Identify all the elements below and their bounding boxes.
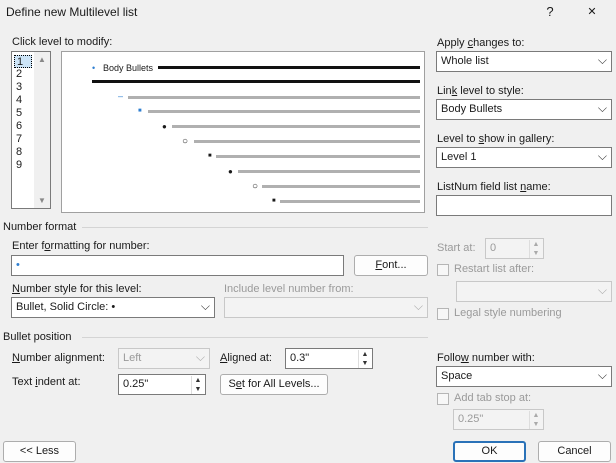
preview-line	[194, 140, 420, 143]
number-format-heading: Number format	[3, 221, 77, 233]
tab-stop-spinner[interactable]: 0.25" ▲ ▼	[453, 409, 544, 430]
spin-down-icon[interactable]: ▼	[529, 249, 542, 258]
help-button[interactable]: ?	[540, 2, 560, 22]
preview-marker-1: •	[92, 63, 96, 73]
preview-marker-9: ■	[272, 198, 276, 204]
text-indent-label: Text indent at:	[12, 376, 81, 388]
chevron-down-icon: ⌵	[200, 299, 210, 313]
preview-line	[280, 200, 420, 203]
chevron-down-icon: ⌵	[195, 350, 205, 364]
chevron-down-icon: ⌵	[597, 53, 607, 67]
cancel-button[interactable]: Cancel	[538, 441, 611, 462]
add-tab-stop-checkbox[interactable]	[437, 393, 449, 405]
preview-line	[216, 155, 420, 158]
set-all-levels-button[interactable]: Set for All Levels...	[220, 374, 328, 395]
restart-list-label: Restart list after:	[454, 263, 535, 275]
aligned-at-label: Aligned at:	[220, 352, 272, 364]
chevron-down-icon: ⌵	[597, 368, 607, 382]
level-item[interactable]: 6	[14, 120, 32, 133]
preview-marker-8: ○	[252, 181, 259, 192]
section-divider	[82, 337, 428, 338]
level-item[interactable]: 3	[14, 81, 32, 94]
section-divider	[82, 227, 428, 228]
legal-style-label: Legal style numbering	[454, 307, 562, 319]
preview-line	[92, 80, 420, 83]
add-tab-stop-label: Add tab stop at:	[454, 392, 532, 404]
preview-marker-6: ■	[208, 153, 212, 159]
scroll-up-icon[interactable]: ▲	[34, 55, 50, 64]
include-level-label: Include level number from:	[224, 283, 354, 295]
spin-up-icon[interactable]: ▲	[529, 240, 542, 249]
start-at-label: Start at:	[437, 242, 476, 254]
ok-button[interactable]: OK	[453, 441, 526, 462]
chevron-down-icon: ⌵	[597, 283, 607, 297]
level-item[interactable]: 7	[14, 133, 32, 146]
follow-number-dropdown[interactable]: Space ⌵	[436, 366, 612, 387]
level-list[interactable]: 123456789 ▲ ▼	[11, 51, 51, 209]
spin-down-icon[interactable]: ▼	[191, 385, 204, 394]
chevron-down-icon: ⌵	[413, 299, 423, 313]
close-button[interactable]: ✕	[580, 2, 604, 22]
spin-up-icon[interactable]: ▲	[358, 350, 371, 359]
include-level-dropdown[interactable]: ⌵	[224, 297, 428, 318]
number-format-input[interactable]: •	[11, 255, 344, 276]
enter-formatting-label: Enter formatting for number:	[12, 240, 150, 252]
gallery-level-dropdown[interactable]: Level 1 ⌵	[436, 147, 612, 168]
legal-style-checkbox[interactable]	[437, 308, 449, 320]
number-alignment-dropdown[interactable]: Left ⌵	[118, 348, 210, 369]
scroll-down-icon[interactable]: ▼	[34, 196, 50, 205]
preview-line	[262, 185, 420, 188]
number-alignment-label: Number alignment:	[12, 352, 105, 364]
bullet-position-heading: Bullet position	[3, 331, 72, 343]
listnum-label: ListNum field list name:	[437, 181, 551, 193]
preview-marker-2: –	[118, 91, 124, 101]
spin-up-icon[interactable]: ▲	[529, 411, 542, 420]
list-preview: • Body Bullets – ■ ● ○ ■ ● ○ ■	[61, 51, 425, 213]
number-style-label: Number style for this level:	[12, 283, 142, 295]
aligned-at-spinner[interactable]: 0.3" ▲ ▼	[285, 348, 373, 369]
preview-line	[158, 66, 420, 69]
listnum-input[interactable]	[436, 195, 612, 216]
text-indent-spinner[interactable]: 0.25" ▲ ▼	[118, 374, 206, 395]
spin-down-icon[interactable]: ▼	[529, 420, 542, 429]
restart-list-dropdown[interactable]: ⌵	[456, 281, 612, 302]
font-button[interactable]: Font...	[354, 255, 428, 276]
level-item[interactable]: 9	[14, 159, 32, 172]
preview-marker-4: ●	[162, 122, 167, 131]
level-item[interactable]: 5	[14, 107, 32, 120]
level-item[interactable]: 2	[14, 68, 32, 81]
start-at-spinner[interactable]: 0 ▲ ▼	[485, 238, 544, 259]
preview-marker-7: ●	[228, 167, 233, 176]
level-item[interactable]: 4	[14, 94, 32, 107]
spin-down-icon[interactable]: ▼	[358, 359, 371, 368]
less-button[interactable]: << Less	[3, 441, 76, 462]
preview-level1-text: Body Bullets	[103, 63, 154, 73]
apply-changes-dropdown[interactable]: Whole list ⌵	[436, 51, 612, 72]
level-item[interactable]: 1	[14, 55, 32, 68]
level-item[interactable]: 8	[14, 146, 32, 159]
preview-line	[128, 96, 420, 99]
preview-line	[148, 110, 420, 113]
preview-line	[238, 170, 420, 173]
preview-line	[172, 125, 420, 128]
restart-list-checkbox[interactable]	[437, 264, 449, 276]
click-level-label: Click level to modify:	[12, 36, 113, 48]
apply-changes-label: Apply changes to:	[437, 37, 525, 49]
link-level-dropdown[interactable]: Body Bullets ⌵	[436, 99, 612, 120]
preview-marker-3: ■	[138, 108, 142, 114]
dialog-title: Define new Multilevel list	[6, 5, 138, 19]
link-level-label: Link level to style:	[437, 85, 524, 97]
gallery-level-label: Level to show in gallery:	[437, 133, 555, 145]
number-style-dropdown[interactable]: Bullet, Solid Circle: • ⌵	[11, 297, 215, 318]
level-list-scrollbar[interactable]: ▲ ▼	[34, 52, 50, 208]
spin-up-icon[interactable]: ▲	[191, 376, 204, 385]
chevron-down-icon: ⌵	[597, 149, 607, 163]
chevron-down-icon: ⌵	[597, 101, 607, 115]
follow-number-label: Follow number with:	[437, 352, 535, 364]
preview-marker-5: ○	[182, 136, 189, 147]
